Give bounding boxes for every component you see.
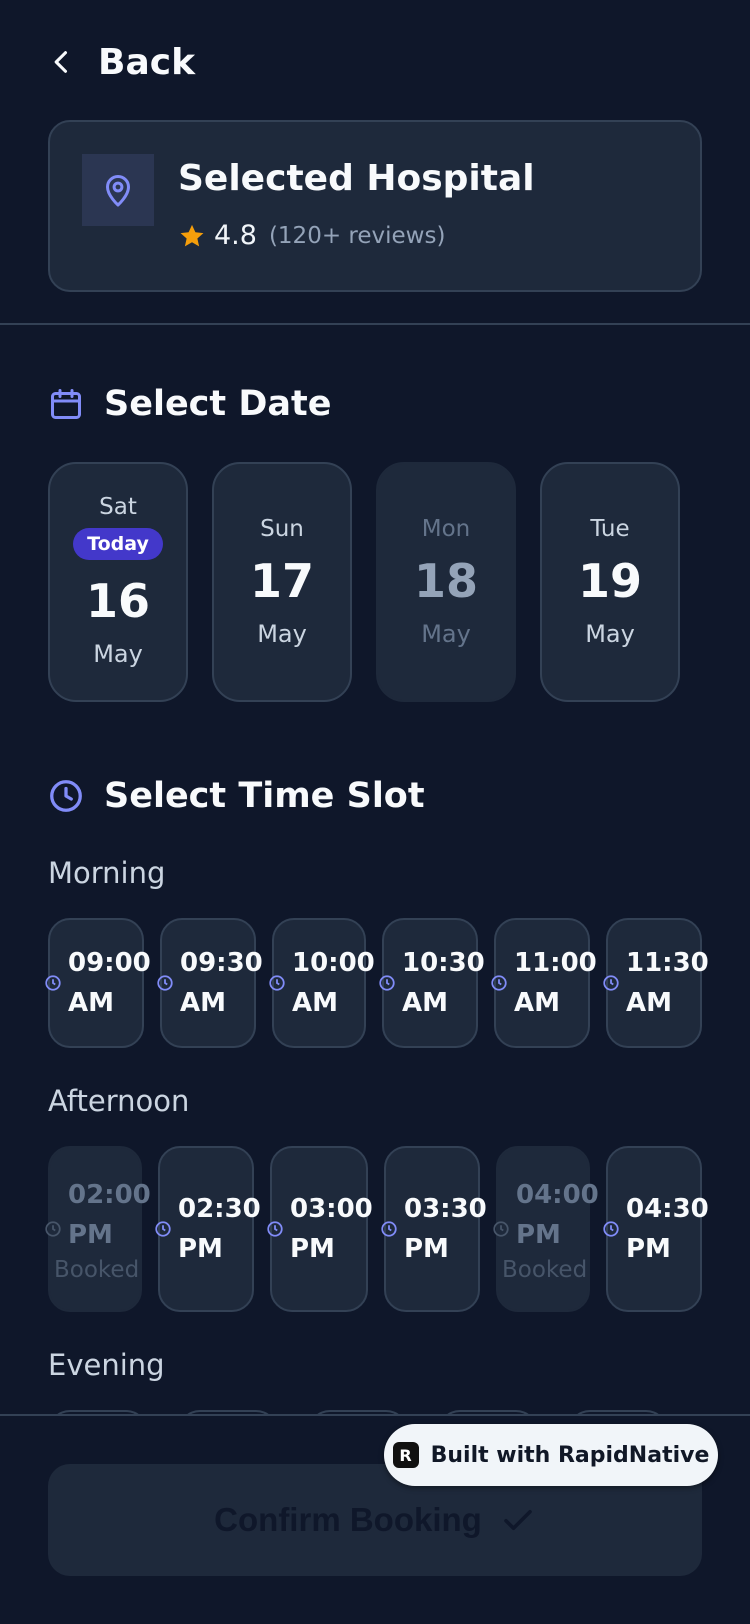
morning-slots: 09:00 AM 09:30 AM 10:00 AM 10:30 AM 11:0…	[45, 918, 709, 1048]
slot-0400-pm-booked: 04:00 PM Booked	[493, 1146, 599, 1312]
slot-time: 10:00 AM	[292, 948, 375, 1018]
date-weekday: Sun	[260, 516, 304, 542]
morning-label: Morning	[48, 856, 166, 890]
date-day: 16	[85, 574, 150, 628]
afternoon-label: Afternoon	[48, 1084, 190, 1118]
select-time-label: Select Time Slot	[104, 776, 425, 816]
rapidnative-badge[interactable]: R Built with RapidNative	[384, 1424, 718, 1486]
date-weekday: Tue	[590, 516, 630, 542]
slot-1030-am[interactable]: 10:30 AM	[379, 918, 485, 1048]
rating-row: 4.8 (120+ reviews)	[178, 220, 445, 251]
date-day: 18	[413, 554, 478, 608]
date-weekday: Sat	[99, 494, 137, 520]
date-card-sat-16[interactable]: Sat Today 16 May	[48, 462, 188, 702]
slot-time: 10:30 AM	[402, 948, 485, 1018]
select-date-label: Select Date	[104, 384, 332, 424]
date-weekday: Mon	[421, 516, 471, 542]
clock-icon	[379, 975, 395, 991]
slot-0930-am[interactable]: 09:30 AM	[157, 918, 263, 1048]
slot-time: 09:30 AM	[180, 948, 263, 1018]
clock-icon	[381, 1221, 397, 1237]
date-day: 19	[577, 554, 642, 608]
hospital-card: Selected Hospital 4.8 (120+ reviews)	[48, 120, 702, 292]
star-icon	[180, 224, 204, 246]
slot-time: 02:30 PM	[178, 1194, 261, 1264]
slot-time: 11:00 AM	[514, 948, 597, 1018]
date-month: May	[257, 620, 307, 648]
afternoon-slots: 02:00 PM Booked 02:30 PM 03:00 PM 03:30 …	[45, 1146, 709, 1312]
clock-icon	[493, 1221, 509, 1237]
slot-0430-pm[interactable]: 04:30 PM	[603, 1146, 709, 1312]
slot-time: 03:00 PM	[290, 1194, 373, 1264]
slot-time: 03:30 PM	[404, 1194, 487, 1264]
clock-icon	[267, 1221, 283, 1237]
slot-time: 11:30 AM	[626, 948, 709, 1018]
clock-icon	[45, 1221, 61, 1237]
date-card-mon-18: Mon 18 May	[376, 462, 516, 702]
clock-icon	[603, 1221, 619, 1237]
clock-icon	[45, 975, 61, 991]
back-button[interactable]: Back	[48, 36, 195, 88]
rapidnative-logo-icon: R	[392, 1442, 419, 1468]
confirm-booking-label: Confirm Booking	[214, 1501, 482, 1538]
rapidnative-badge-label: Built with RapidNative	[430, 1442, 710, 1468]
rating-reviews: (120+ reviews)	[268, 222, 446, 249]
divider	[0, 323, 750, 325]
clock-icon	[50, 780, 82, 812]
rating-value: 4.8	[214, 220, 257, 251]
slot-0330-pm[interactable]: 03:30 PM	[381, 1146, 487, 1312]
slot-0200-pm-booked: 02:00 PM Booked	[45, 1146, 151, 1312]
date-card-sun-17[interactable]: Sun 17 May	[212, 462, 352, 702]
slot-time: 09:00 AM	[68, 948, 151, 1018]
chevron-left-icon	[54, 51, 68, 73]
clock-icon	[269, 975, 285, 991]
hospital-icon-box	[82, 154, 154, 226]
clock-icon	[491, 975, 507, 991]
slot-time: 04:00 PM	[516, 1180, 599, 1250]
date-month: May	[93, 640, 143, 668]
date-list: Sat Today 16 May Sun 17 May Mon 18 May T…	[48, 462, 680, 702]
select-date-title: Select Date	[48, 384, 331, 424]
slot-1130-am[interactable]: 11:30 AM	[603, 918, 709, 1048]
slot-0230-pm[interactable]: 02:30 PM	[155, 1146, 261, 1312]
today-badge: Today	[73, 528, 163, 560]
date-month: May	[421, 620, 471, 648]
evening-label: Evening	[48, 1348, 165, 1382]
check-icon	[504, 1509, 532, 1531]
slot-0300-pm[interactable]: 03:00 PM	[267, 1146, 373, 1312]
map-pin-icon	[106, 175, 130, 207]
clock-icon	[157, 975, 173, 991]
slot-1000-am[interactable]: 10:00 AM	[269, 918, 375, 1048]
clock-icon	[155, 1221, 171, 1237]
slot-time: 04:30 PM	[626, 1194, 709, 1264]
calendar-icon	[51, 389, 81, 419]
back-label: Back	[98, 41, 196, 83]
slot-0900-am[interactable]: 09:00 AM	[45, 918, 151, 1048]
date-card-tue-19[interactable]: Tue 19 May	[540, 462, 680, 702]
hospital-name: Selected Hospital	[178, 158, 535, 199]
slot-1100-am[interactable]: 11:00 AM	[491, 918, 597, 1048]
select-time-title: Select Time Slot	[48, 776, 425, 816]
clock-icon	[603, 975, 619, 991]
booking-screen: Back Selected Hospital 4.8 (120+ reviews…	[0, 0, 750, 1624]
slot-time: 02:00 PM	[68, 1180, 151, 1250]
date-day: 17	[249, 554, 314, 608]
slot-status-booked: Booked	[502, 1257, 588, 1283]
date-month: May	[585, 620, 635, 648]
slot-status-booked: Booked	[54, 1257, 140, 1283]
